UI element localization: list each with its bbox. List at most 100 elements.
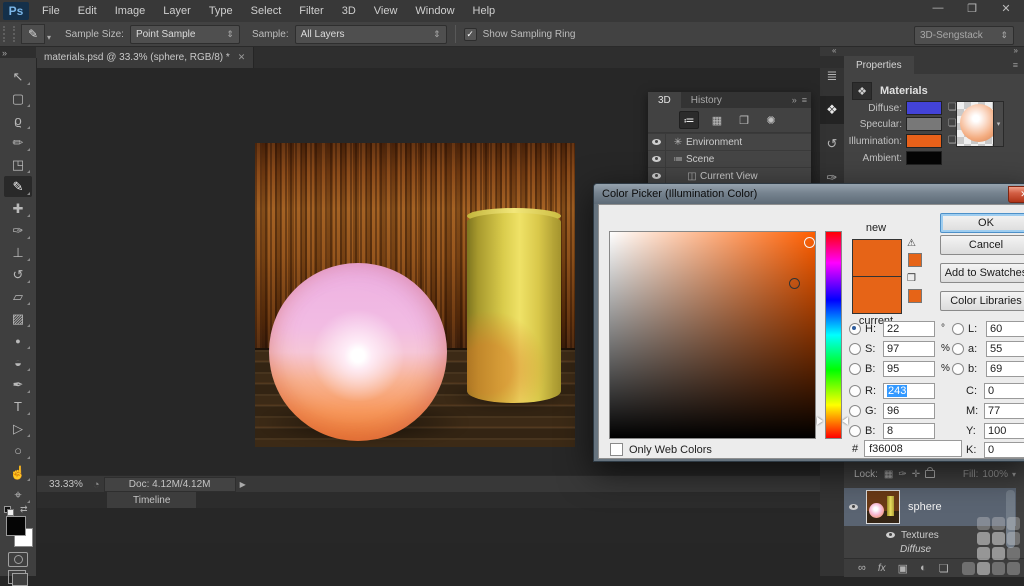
web-cube-icon[interactable]: ❒ [907, 273, 916, 284]
saturation-input[interactable]: 97 [883, 341, 935, 357]
new-group-icon[interactable]: ❏ [939, 562, 949, 575]
ambient-color-swatch[interactable] [906, 151, 942, 165]
add-to-swatches-button[interactable]: Add to Swatches [940, 263, 1024, 283]
zoom-tool[interactable]: ⌖ [4, 484, 32, 505]
gamut-warning-icon[interactable]: ⚠ [907, 238, 916, 249]
menu-layer[interactable]: Layer [154, 0, 200, 22]
hue-slider[interactable] [825, 231, 842, 439]
blur-tool[interactable]: ● [4, 330, 32, 351]
tab-3d[interactable]: 3D [648, 92, 681, 108]
status-badge-icon[interactable]: ◔ [93, 479, 100, 491]
color-field[interactable] [609, 231, 816, 439]
move-tool[interactable]: ↖ [4, 66, 32, 87]
menu-3d[interactable]: 3D [333, 0, 365, 22]
green-radio[interactable] [849, 405, 861, 417]
lock-position-icon[interactable]: ✛ [912, 469, 920, 480]
path-selection-tool[interactable]: ▷ [4, 418, 32, 439]
brush-tool[interactable]: ✑ [4, 220, 32, 241]
visibility-toggle[interactable] [648, 134, 666, 150]
lasso-tool[interactable]: ϱ [4, 110, 32, 131]
document-tab[interactable]: materials.psd @ 33.3% (sphere, RGB/8) * … [36, 46, 254, 68]
only-web-colors-checkbox[interactable] [610, 443, 623, 456]
layer-name[interactable]: sphere [908, 501, 942, 513]
quick-mask-icon[interactable] [8, 552, 28, 567]
default-colors-icon[interactable] [4, 506, 13, 515]
cancel-button[interactable]: Cancel [940, 235, 1024, 255]
hue-input[interactable]: 22 [883, 321, 935, 337]
hue-radio[interactable] [849, 323, 861, 335]
green-input[interactable]: 96 [883, 403, 935, 419]
eyedropper-tool[interactable]: ✎ [4, 176, 32, 197]
layer-mask-icon[interactable]: ▣ [898, 562, 908, 575]
toolbar-collapse-icon[interactable]: » [2, 48, 7, 58]
visibility-toggle[interactable] [648, 168, 666, 184]
cyan-input[interactable]: 0 [984, 383, 1024, 399]
color-libraries-button[interactable]: Color Libraries [940, 291, 1024, 311]
adjustment-layer-icon[interactable]: ◐ [920, 562, 927, 574]
brightness-radio[interactable] [849, 363, 861, 375]
tool-preset-dropdown-icon[interactable]: ▾ [47, 33, 51, 42]
red-input[interactable]: 243 [883, 383, 935, 399]
yellow-input[interactable]: 100 [984, 423, 1024, 439]
blue-input[interactable]: 8 [883, 423, 935, 439]
specular-color-swatch[interactable] [906, 117, 942, 131]
foreground-color-swatch[interactable] [6, 516, 26, 536]
menu-filter[interactable]: Filter [290, 0, 332, 22]
lock-paint-icon[interactable]: ✑ [898, 469, 906, 480]
link-layers-icon[interactable]: ∞ [858, 562, 866, 574]
illumination-color-swatch[interactable] [906, 134, 942, 148]
panel-menu-icon[interactable]: ≡ [1013, 56, 1024, 74]
pen-tool[interactable]: ✒ [4, 374, 32, 395]
web-color-swatch[interactable] [908, 289, 922, 303]
filter-scene-icon[interactable]: ≔ [679, 111, 699, 129]
menu-edit[interactable]: Edit [69, 0, 106, 22]
material-preview-dropdown-icon[interactable]: ▾ [993, 102, 1003, 146]
menu-select[interactable]: Select [242, 0, 291, 22]
workspace-dropdown[interactable]: 3D-Sengstack ⇕ [914, 26, 1014, 45]
magenta-input[interactable]: 77 [984, 403, 1024, 419]
clone-stamp-tool[interactable]: ⊥ [4, 242, 32, 263]
layer-visibility-toggle[interactable] [844, 504, 862, 510]
shape-tool[interactable]: ○ [4, 440, 32, 461]
eraser-tool[interactable]: ▱ [4, 286, 32, 307]
lab-b-radio[interactable] [952, 363, 964, 375]
3d-panel-button[interactable]: ❖ [820, 96, 844, 124]
swap-colors-icon[interactable]: ⇄ [20, 504, 28, 515]
visibility-toggle[interactable] [648, 151, 666, 167]
filter-meshes-icon[interactable]: ▦ [708, 112, 726, 128]
material-preview[interactable]: ▾ [956, 101, 1004, 147]
lock-all-icon[interactable] [925, 470, 935, 478]
black-input[interactable]: 0 [984, 442, 1024, 458]
current-color-swatch[interactable] [852, 276, 902, 314]
timeline-tab[interactable]: Timeline [107, 492, 196, 508]
eyedropper-tool-icon[interactable]: ✎ [21, 24, 45, 44]
diffuse-color-swatch[interactable] [906, 101, 942, 115]
filter-lights-icon[interactable]: ✺ [762, 112, 780, 128]
filter-materials-icon[interactable]: ❐ [735, 112, 753, 128]
status-menu-arrow-icon[interactable]: ▶ [240, 480, 246, 489]
screen-mode-icon[interactable] [8, 570, 26, 584]
history-brush-tool[interactable]: ↺ [4, 264, 32, 285]
panel-collapse-icon[interactable]: » [792, 95, 797, 105]
lab-b-input[interactable]: 69 [986, 361, 1024, 377]
collapse-left-icon[interactable]: « [832, 46, 836, 55]
lab-l-radio[interactable] [952, 323, 964, 335]
menu-file[interactable]: File [33, 0, 69, 22]
3d-row-current-view[interactable]: ◫ Current View [648, 167, 811, 184]
document-image[interactable] [255, 143, 575, 447]
lab-a-radio[interactable] [952, 343, 964, 355]
hex-input[interactable]: f36008 [864, 440, 962, 457]
document-size[interactable]: Doc: 4.12M/4.12M [104, 477, 236, 492]
tab-history[interactable]: History [681, 92, 732, 108]
minimize-button[interactable]: — [928, 2, 948, 15]
sample-size-dropdown[interactable]: Point Sample ⇕ [130, 25, 240, 44]
menu-type[interactable]: Type [200, 0, 242, 22]
menu-window[interactable]: Window [406, 0, 463, 22]
lab-a-input[interactable]: 55 [986, 341, 1024, 357]
hand-tool[interactable]: ☝ [4, 462, 32, 483]
sample-dropdown[interactable]: All Layers ⇕ [295, 25, 447, 44]
quick-selection-tool[interactable]: ✏ [4, 132, 32, 153]
lock-transparency-icon[interactable]: ▦ [884, 469, 893, 480]
menu-view[interactable]: View [365, 0, 407, 22]
marquee-tool[interactable]: ▢ [4, 88, 32, 109]
